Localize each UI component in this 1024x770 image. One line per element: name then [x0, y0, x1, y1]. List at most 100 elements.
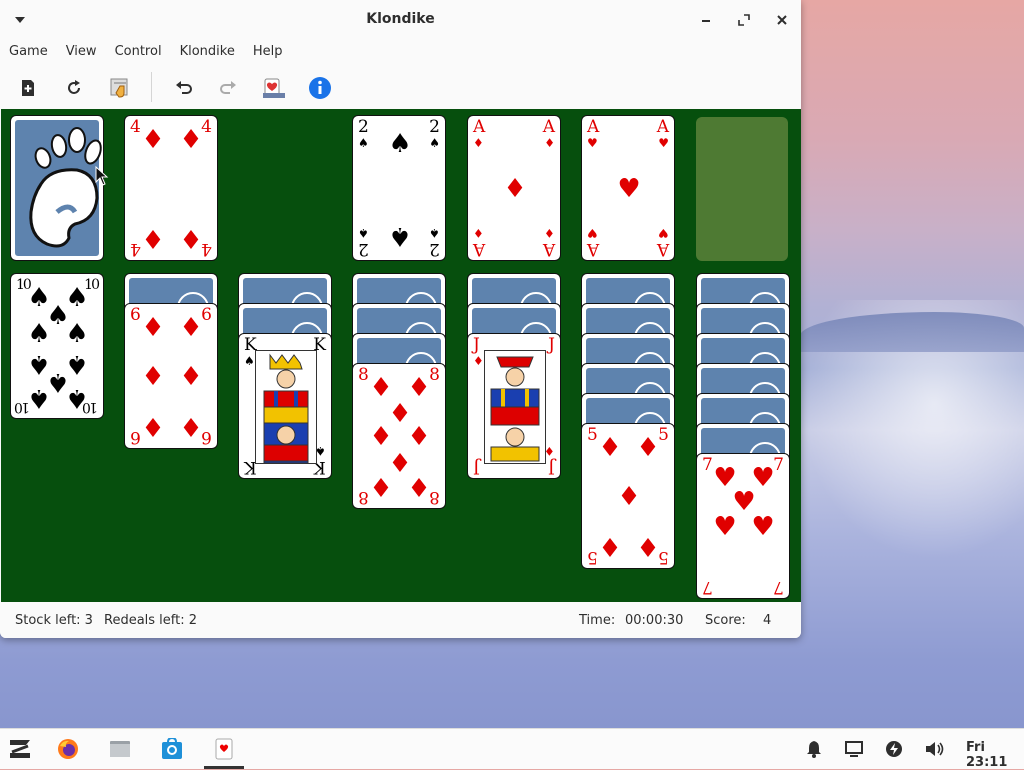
window-menu-button[interactable]	[10, 10, 30, 30]
card-rank: 2	[429, 239, 440, 259]
card-rank: A	[473, 117, 486, 137]
restart-button[interactable]	[62, 76, 86, 100]
solitaire-icon	[215, 738, 233, 760]
minimize-icon	[702, 20, 710, 22]
foundation-1[interactable]: 2 2 2 2 ♠ ♠ ♠ ♠ ♠ ♠	[352, 115, 446, 261]
card-rank: 8	[429, 365, 440, 385]
card-rank: 7	[773, 455, 784, 475]
info-icon	[309, 77, 331, 99]
tableau-1-card[interactable]: 10 10 10 10 ♠ ♠ ♠ ♠ ♠ ♠ ♠ ♠ ♠ ♠	[10, 273, 104, 419]
suit-small: ♦	[544, 136, 555, 150]
card-rank: 6	[201, 305, 212, 325]
software-store-icon	[162, 738, 182, 759]
select-game-icon	[110, 78, 128, 98]
suit-pip: ♦	[179, 223, 203, 253]
card-rank: 2	[358, 239, 369, 259]
deal-icon	[263, 78, 285, 98]
suit-small: ♦	[544, 226, 555, 240]
clock[interactable]: Fri 23:11	[966, 740, 1024, 770]
suit-pip: ♦	[179, 362, 203, 392]
title-bar: Klondike	[0, 0, 801, 38]
suit-pip: ♦	[141, 313, 165, 343]
suit-pip: ♦	[598, 531, 622, 561]
files-button[interactable]	[108, 737, 132, 761]
tableau-4-card[interactable]: 8 8 8 8 ♦ ♦ ♦ ♦ ♦ ♦ ♦ ♦	[352, 363, 446, 509]
solitaire-button[interactable]	[212, 737, 236, 761]
suit-pip: ♦	[179, 125, 203, 155]
menu-game[interactable]: Game	[0, 44, 57, 59]
close-button[interactable]	[772, 10, 792, 30]
jack-figure-icon	[485, 351, 545, 463]
redo-button[interactable]	[216, 76, 240, 100]
card-rank: 6	[201, 427, 212, 447]
suit-small: ♥	[587, 226, 598, 240]
undo-button[interactable]	[172, 76, 196, 100]
status-bar: Stock left: 3 Redeals left: 2 Time: 00:0…	[0, 602, 801, 638]
power-mode-button[interactable]	[884, 739, 904, 759]
card-rank: 4	[201, 117, 212, 137]
suit-pip: ♦	[598, 433, 622, 463]
suit-pip: ♦	[503, 174, 527, 204]
card-rank: 5	[658, 425, 669, 445]
tableau-5-card[interactable]: J J J J ♦ ♦	[467, 333, 561, 479]
window-title: Klondike	[366, 11, 435, 27]
zorin-menu-icon	[10, 740, 30, 758]
king-figure-icon	[256, 351, 316, 463]
firefox-icon	[58, 739, 78, 759]
card-rank: 8	[429, 487, 440, 507]
suit-pip: ♦	[636, 433, 660, 463]
card-rank: 7	[702, 455, 713, 475]
foundation-2[interactable]: A A A A ♦ ♦ ♦ ♦ ♦	[467, 115, 561, 261]
new-game-button[interactable]	[16, 76, 40, 100]
suit-pip: ♦	[179, 313, 203, 343]
card-rank: 6	[130, 427, 141, 447]
suit-small: ♥	[658, 226, 669, 240]
card-rank: 7	[702, 577, 713, 597]
tableau-6-card[interactable]: 5 5 5 5 ♦ ♦ ♦ ♦ ♦	[581, 423, 675, 569]
suit-pip: ♠	[27, 319, 51, 349]
suit-small: ♦	[473, 354, 484, 368]
suit-pip: ♦	[179, 411, 203, 441]
display-button[interactable]	[844, 739, 864, 759]
menu-bar: Game View Control Klondike Help	[0, 38, 801, 64]
card-rank: A	[656, 239, 669, 259]
menu-klondike[interactable]: Klondike	[171, 44, 244, 59]
suit-small: ♦	[473, 226, 484, 240]
foundation-3[interactable]: A A A A ♥ ♥ ♥ ♥ ♥	[581, 115, 675, 261]
software-button[interactable]	[160, 737, 184, 761]
redo-icon	[220, 81, 236, 94]
card-rank: A	[587, 239, 600, 259]
foundation-4-empty[interactable]	[696, 117, 788, 261]
score-value: 4	[763, 613, 772, 628]
suit-pip: ♠	[65, 319, 89, 349]
menu-control[interactable]: Control	[106, 44, 171, 59]
app-menu-button[interactable]	[8, 737, 32, 761]
card-rank: 8	[358, 487, 369, 507]
maximize-button[interactable]	[734, 10, 754, 30]
tableau-2-card[interactable]: 6 6 6 6 ♦ ♦ ♦ ♦ ♦ ♦	[124, 303, 218, 449]
info-button[interactable]	[308, 76, 332, 100]
notifications-button[interactable]	[804, 739, 824, 759]
suit-pip: ♥	[617, 174, 641, 204]
stock-left-label: Stock left: 3	[15, 613, 93, 628]
suit-pip: ♥	[713, 512, 737, 542]
card-rank: A	[587, 117, 600, 137]
card-rank: 4	[130, 117, 141, 137]
menu-help[interactable]: Help	[244, 44, 292, 59]
select-game-button[interactable]	[108, 76, 132, 100]
menu-view[interactable]: View	[57, 44, 106, 59]
waste-card[interactable]: 4 4 4 4 ♦ ♦ ♦ ♦	[124, 115, 218, 261]
tableau-3-card[interactable]: K K K K ♠ ♠	[238, 333, 332, 479]
deal-button[interactable]	[262, 76, 286, 100]
tableau-7-card[interactable]: 7 7 7 7 ♥ ♥ ♥ ♥ ♥	[696, 453, 790, 599]
minimize-button[interactable]	[696, 10, 716, 30]
volume-button[interactable]	[924, 739, 944, 759]
suit-pip: ♦	[407, 471, 431, 501]
new-game-icon	[22, 80, 34, 96]
card-rank: A	[542, 117, 555, 137]
stock-pile[interactable]	[10, 115, 104, 261]
bell-icon	[807, 741, 821, 758]
firefox-button[interactable]	[56, 737, 80, 761]
suit-small: ♠	[358, 136, 369, 150]
taskbar: Fri 23:11	[0, 728, 1024, 770]
